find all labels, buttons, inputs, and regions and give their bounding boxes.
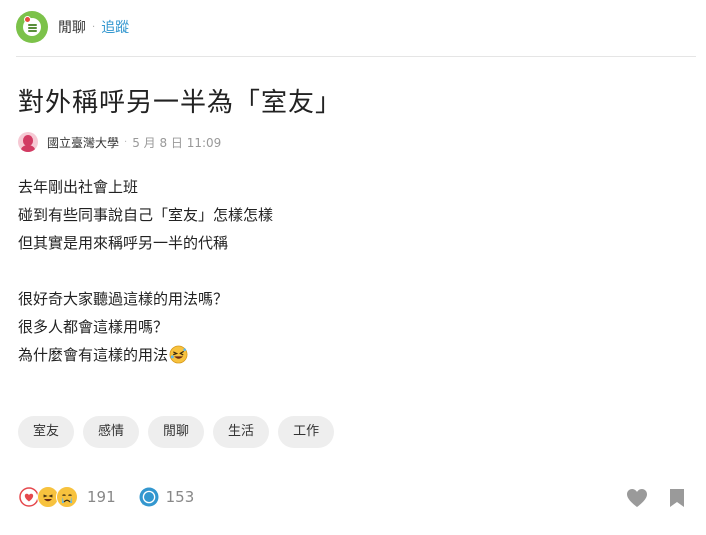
tag-chip[interactable]: 工作 <box>278 416 335 448</box>
tag-chip[interactable]: 生活 <box>213 416 270 448</box>
female-avatar-icon <box>18 132 38 152</box>
post-body: 去年剛出社會上班 碰到有些同事說自己「室友」怎樣怎樣 但其實是用來稱呼另一半的代… <box>18 173 688 369</box>
body-line-text: 為什麼會有這樣的用法 <box>18 346 169 364</box>
body-line-last: 為什麼會有這樣的用法 <box>18 341 688 369</box>
tag-chip[interactable]: 感情 <box>83 416 140 448</box>
heart-outline-icon[interactable] <box>626 487 648 509</box>
reaction-summary[interactable]: 191 <box>18 486 116 508</box>
comment-bubble-icon <box>138 486 160 508</box>
board-header: 閒聊 · 追蹤 <box>16 11 129 43</box>
body-line: 很好奇大家聽過這樣的用法嗎？ <box>18 290 229 308</box>
body-line: 去年剛出社會上班 <box>18 178 139 196</box>
tag-chip[interactable]: 閒聊 <box>148 416 205 448</box>
crying-icon <box>56 486 78 508</box>
reaction-count: 191 <box>87 488 116 506</box>
body-line: 但其實是用來稱呼另一半的代稱 <box>18 234 229 252</box>
comment-summary[interactable]: 153 <box>138 486 195 508</box>
follow-link[interactable]: 追蹤 <box>101 17 129 37</box>
post-date: 5 月 8 日 11:09 <box>132 135 222 150</box>
header-divider <box>16 56 696 57</box>
body-line: 碰到有些同事說自己「室友」怎樣怎樣 <box>18 206 274 224</box>
chat-bubble-icon[interactable] <box>16 11 48 43</box>
comment-count: 153 <box>165 488 195 506</box>
board-separator: · <box>92 21 96 33</box>
author-row: 國立臺灣大學 · 5 月 8 日 11:09 <box>18 131 221 153</box>
author-school: 國立臺灣大學 <box>47 135 120 150</box>
post-stats: 191 153 <box>18 485 194 509</box>
tag-list: 室友 感情 閒聊 生活 工作 <box>18 416 335 448</box>
rolling-laughing-emoji-icon <box>169 345 188 373</box>
meta-separator: · <box>124 136 128 148</box>
post-actions <box>626 487 688 509</box>
notification-dot <box>24 16 31 23</box>
body-blank-line <box>18 257 688 285</box>
post-title: 對外稱呼另一半為「室友」 <box>18 88 343 118</box>
board-name[interactable]: 閒聊 <box>58 17 86 37</box>
bookmark-icon[interactable] <box>666 487 688 509</box>
body-line: 很多人都會這樣用嗎？ <box>18 318 169 336</box>
tag-chip[interactable]: 室友 <box>18 416 75 448</box>
post-page: 閒聊 · 追蹤 對外稱呼另一半為「室友」 國立臺灣大學 · 5 月 8 日 11… <box>0 0 706 535</box>
